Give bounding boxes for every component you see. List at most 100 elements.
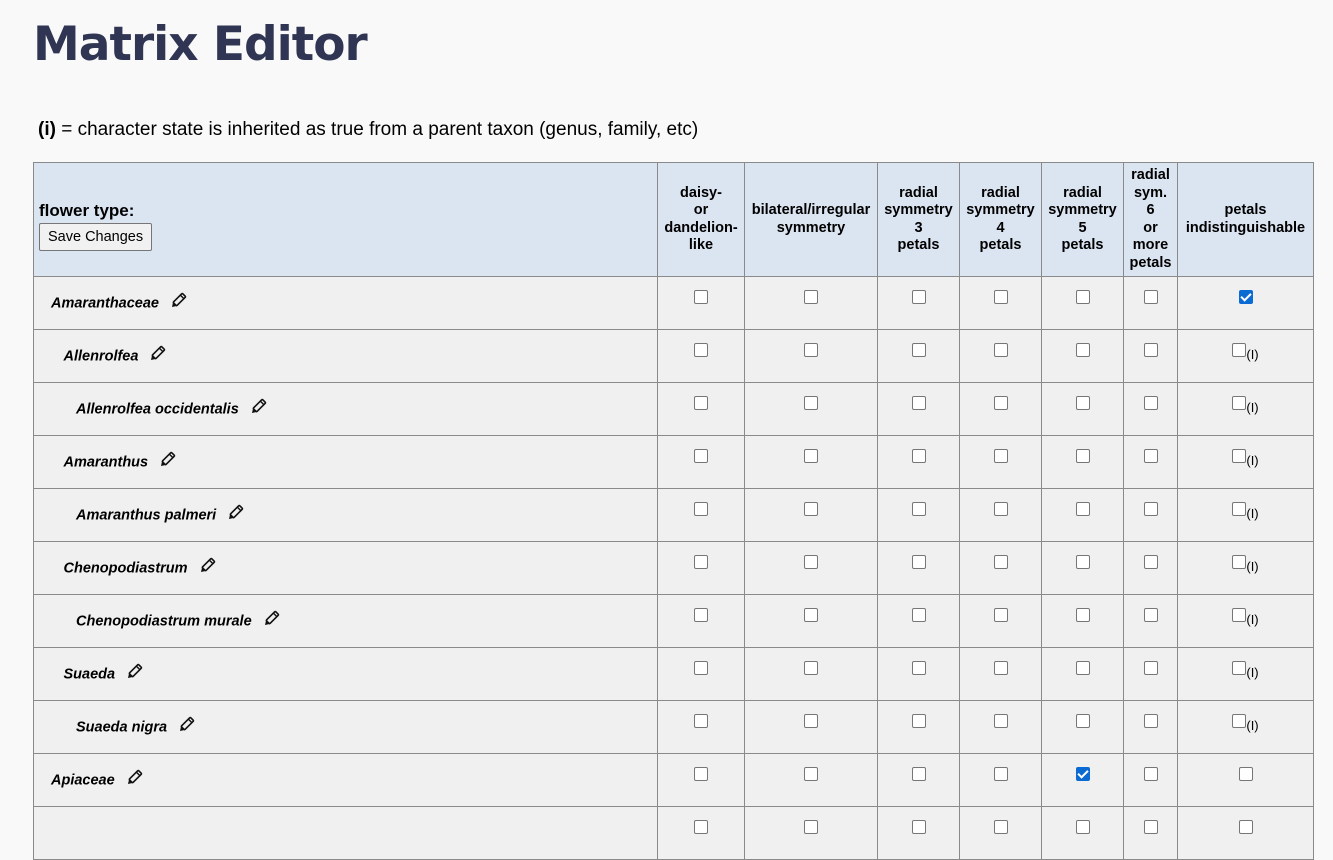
column-header-line: 5 [1078,219,1087,236]
state-checkbox[interactable] [993,767,1008,781]
state-checkbox[interactable] [993,396,1008,410]
state-checkbox[interactable] [1238,820,1253,834]
state-checkbox[interactable] [1232,555,1247,569]
state-checkbox[interactable] [694,608,708,622]
pencil-icon[interactable] [249,398,267,421]
pencil-icon[interactable] [177,716,195,739]
state-checkbox[interactable] [1143,502,1158,516]
state-checkbox[interactable] [694,396,708,410]
state-checkbox[interactable] [1232,343,1247,357]
state-checkbox[interactable] [694,449,708,463]
state-checkbox[interactable] [1075,714,1090,728]
state-checkbox[interactable] [1075,555,1090,569]
state-checkbox[interactable] [1232,608,1247,622]
pencil-icon[interactable] [262,610,280,633]
state-checkbox[interactable] [1075,449,1090,463]
state-checkbox-wrap [911,343,926,361]
state-checkbox[interactable] [804,714,818,728]
state-checkbox[interactable] [1143,767,1158,781]
state-checkbox[interactable] [1232,661,1247,675]
state-checkbox[interactable] [993,449,1008,463]
state-checkbox-wrap [694,290,708,308]
pencil-icon[interactable] [226,504,244,527]
state-checkbox[interactable] [694,502,708,516]
taxon-cell: Apiaceae [33,753,658,807]
state-checkbox[interactable] [804,555,818,569]
state-checkbox[interactable] [911,714,926,728]
state-checkbox[interactable] [993,820,1008,834]
column-header-line: symmetry [884,202,953,218]
state-checkbox[interactable] [694,714,708,728]
state-checkbox[interactable] [694,555,708,569]
state-checkbox[interactable] [804,290,818,304]
state-checkbox-wrap [911,767,926,785]
state-checkbox[interactable] [1075,290,1090,304]
pencil-icon[interactable] [125,663,143,686]
state-checkbox[interactable] [1238,767,1253,781]
pencil-icon[interactable] [125,769,143,792]
state-checkbox[interactable] [1075,661,1090,675]
state-checkbox[interactable] [911,343,926,357]
state-checkbox[interactable] [993,714,1008,728]
state-checkbox-wrap [1143,555,1158,573]
pencil-icon[interactable] [158,451,176,474]
state-checkbox[interactable] [993,555,1008,569]
state-checkbox[interactable] [1143,661,1158,675]
state-checkbox[interactable] [911,502,926,516]
state-checkbox[interactable] [804,502,818,516]
state-checkbox[interactable] [1075,396,1090,410]
state-checkbox[interactable] [911,661,926,675]
state-checkbox[interactable] [993,661,1008,675]
state-checkbox[interactable] [1143,290,1158,304]
state-checkbox[interactable] [1143,396,1158,410]
state-checkbox[interactable] [1238,290,1253,304]
state-checkbox[interactable] [804,820,818,834]
state-checkbox[interactable] [1143,449,1158,463]
state-checkbox[interactable] [804,661,818,675]
column-header-line: daisy- [680,184,722,201]
state-checkbox[interactable] [694,343,708,357]
state-checkbox[interactable] [993,502,1008,516]
state-checkbox[interactable] [804,608,818,622]
pencil-icon[interactable] [148,345,166,368]
state-checkbox[interactable] [1075,767,1090,781]
state-checkbox-wrap [993,502,1008,520]
state-checkbox[interactable] [911,820,926,834]
state-checkbox[interactable] [1232,502,1247,516]
state-checkbox[interactable] [993,608,1008,622]
state-checkbox-wrap [1143,767,1158,785]
state-checkbox[interactable] [1232,714,1247,728]
pencil-icon[interactable] [198,557,216,580]
state-checkbox[interactable] [1232,449,1247,463]
state-checkbox[interactable] [804,396,818,410]
state-checkbox[interactable] [1075,820,1090,834]
state-checkbox[interactable] [1143,820,1158,834]
state-checkbox[interactable] [694,820,708,834]
pencil-icon[interactable] [169,292,187,315]
state-checkbox[interactable] [911,555,926,569]
state-checkbox[interactable] [911,608,926,622]
state-checkbox-wrap [993,767,1008,785]
state-checkbox[interactable] [694,290,708,304]
state-checkbox[interactable] [1075,502,1090,516]
save-changes-button[interactable]: Save Changes [39,222,153,251]
state-checkbox[interactable] [804,343,818,357]
state-checkbox[interactable] [1143,714,1158,728]
state-checkbox[interactable] [1143,343,1158,357]
state-checkbox[interactable] [694,661,708,675]
state-checkbox[interactable] [804,449,818,463]
state-checkbox[interactable] [911,290,926,304]
state-checkbox[interactable] [911,449,926,463]
state-checkbox-wrap [804,449,818,467]
state-checkbox[interactable] [993,290,1008,304]
state-checkbox[interactable] [1075,343,1090,357]
state-checkbox[interactable] [993,343,1008,357]
state-checkbox[interactable] [1143,608,1158,622]
state-checkbox[interactable] [1232,396,1247,410]
state-checkbox[interactable] [694,767,708,781]
state-checkbox[interactable] [1075,608,1090,622]
state-checkbox[interactable] [1143,555,1158,569]
state-checkbox[interactable] [804,767,818,781]
state-checkbox[interactable] [911,396,926,410]
state-checkbox[interactable] [911,767,926,781]
